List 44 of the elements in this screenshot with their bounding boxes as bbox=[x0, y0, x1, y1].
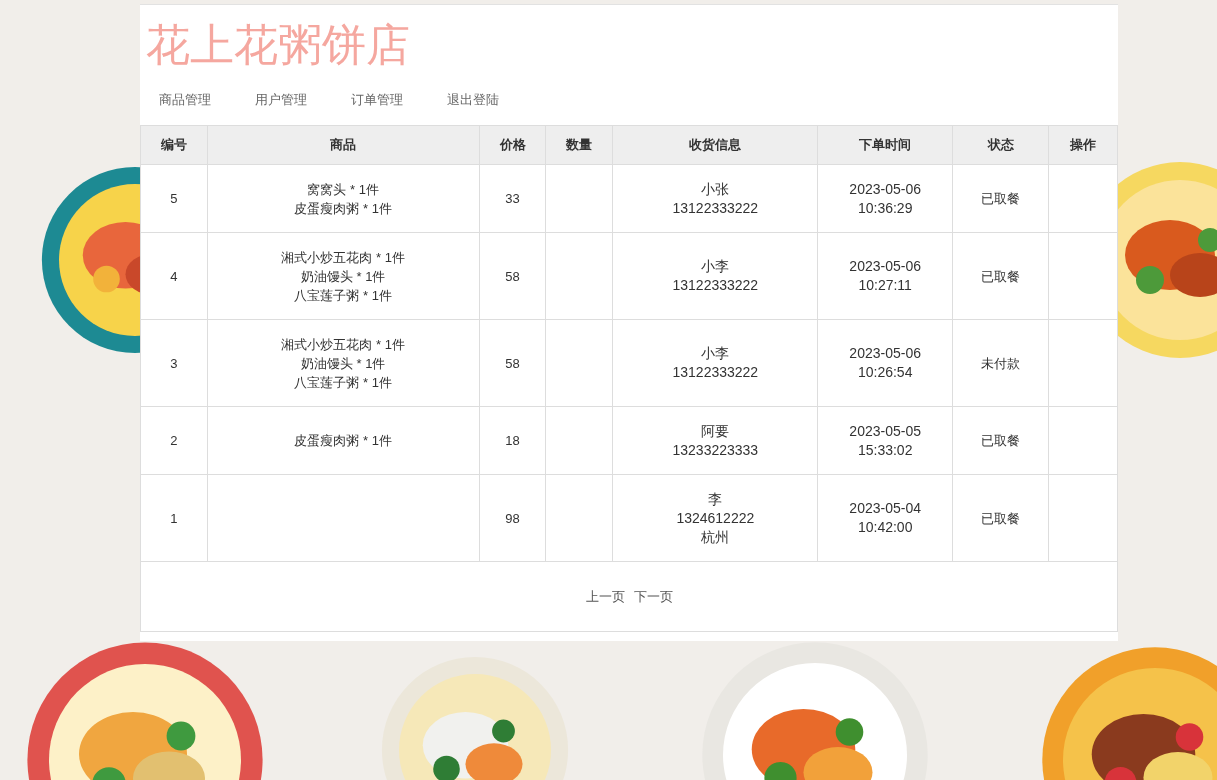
table-cell: 2 bbox=[140, 406, 208, 475]
column-header: 价格 bbox=[479, 125, 546, 165]
table-cell: 李 1324612222 杭州 bbox=[612, 474, 818, 562]
column-header: 商品 bbox=[207, 125, 480, 165]
table-cell: 皮蛋瘦肉粥 * 1件 bbox=[207, 406, 480, 475]
table-cell: 湘式小炒五花肉 * 1件 奶油馒头 * 1件 八宝莲子粥 * 1件 bbox=[207, 232, 480, 320]
table-cell: 2023-05-05 15:33:02 bbox=[817, 406, 953, 475]
table-cell: 1 bbox=[140, 474, 208, 562]
table-cell: 窝窝头 * 1件 皮蛋瘦肉粥 * 1件 bbox=[207, 164, 480, 233]
table-cell: 2023-05-06 10:27:11 bbox=[817, 232, 953, 320]
column-header: 数量 bbox=[546, 125, 613, 165]
table-cell: 58 bbox=[479, 319, 546, 407]
table-cell: 33 bbox=[479, 164, 546, 233]
shop-title: 花上花粥饼店 bbox=[146, 20, 410, 69]
column-header: 状态 bbox=[952, 125, 1049, 165]
table-cell: 18 bbox=[479, 406, 546, 475]
table-cell: 5 bbox=[140, 164, 208, 233]
table-cell: 2023-05-06 10:26:54 bbox=[817, 319, 953, 407]
table-cell: 小李 13122333222 bbox=[612, 232, 818, 320]
nav-link[interactable]: 用户管理 bbox=[255, 90, 307, 110]
table-cell: 已取餐 bbox=[952, 232, 1049, 320]
column-header: 操作 bbox=[1048, 125, 1118, 165]
pagination-link[interactable]: 下一页 bbox=[633, 586, 673, 607]
column-header: 收货信息 bbox=[612, 125, 818, 165]
nav-link[interactable]: 商品管理 bbox=[159, 90, 211, 110]
nav-link[interactable]: 退出登陆 bbox=[447, 90, 499, 110]
table-cell: 已取餐 bbox=[952, 406, 1049, 475]
column-header: 编号 bbox=[140, 125, 208, 165]
table-cell: 已取餐 bbox=[952, 164, 1049, 233]
column-header: 下单时间 bbox=[817, 125, 953, 165]
pagination-link[interactable]: 上一页 bbox=[585, 586, 625, 607]
table-cell: 2023-05-04 10:42:00 bbox=[817, 474, 953, 562]
table-cell: 3 bbox=[140, 319, 208, 407]
table-cell: 98 bbox=[479, 474, 546, 562]
table-cell: 小李 13122333222 bbox=[612, 319, 818, 407]
table-cell: 58 bbox=[479, 232, 546, 320]
table-cell: 阿要 13233223333 bbox=[612, 406, 818, 475]
table-cell: 4 bbox=[140, 232, 208, 320]
table-cell: 未付款 bbox=[952, 319, 1049, 407]
table-cell: 湘式小炒五花肉 * 1件 奶油馒头 * 1件 八宝莲子粥 * 1件 bbox=[207, 319, 480, 407]
nav-link[interactable]: 订单管理 bbox=[351, 90, 403, 110]
table-cell: 小张 13122333222 bbox=[612, 164, 818, 233]
table-cell: 已取餐 bbox=[952, 474, 1049, 562]
table-cell: 2023-05-06 10:36:29 bbox=[817, 164, 953, 233]
